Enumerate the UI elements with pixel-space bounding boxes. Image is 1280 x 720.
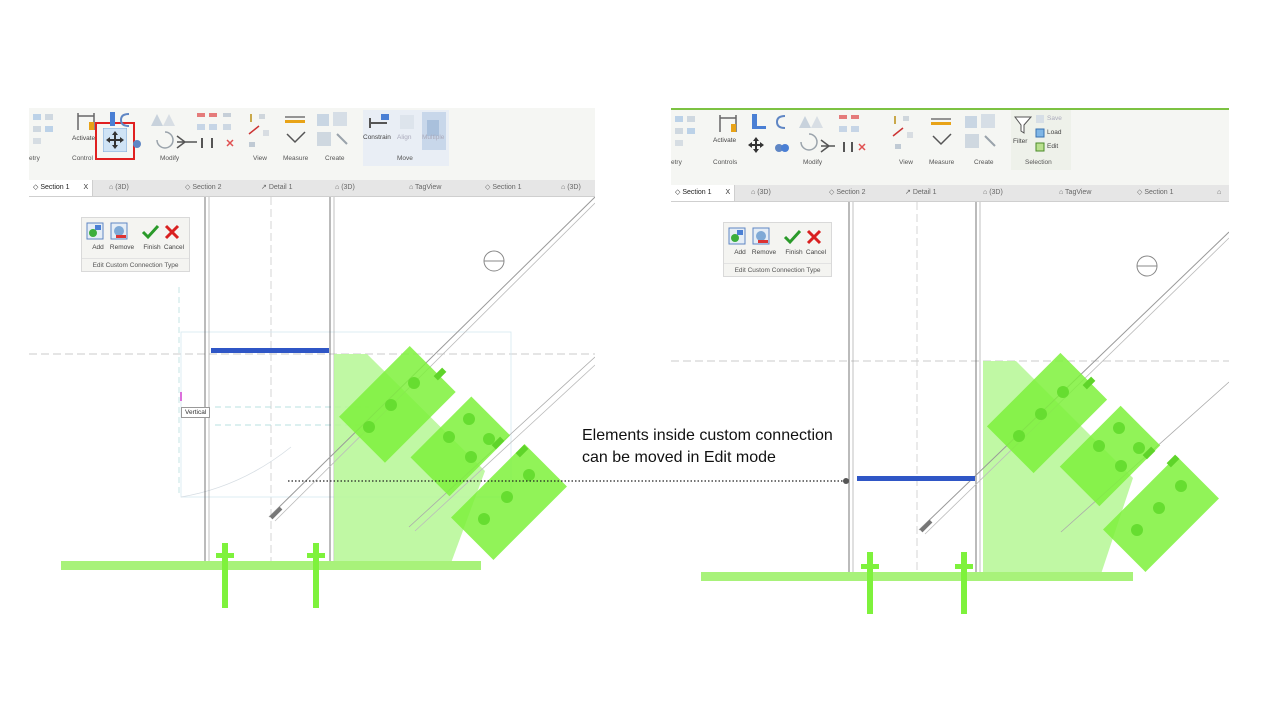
activate-icon[interactable] [75, 112, 97, 132]
tab-section-1[interactable]: ◇ Section 1X [671, 185, 736, 201]
measure-icon[interactable] [929, 114, 957, 154]
activate-label: Activate [713, 137, 737, 144]
drawing-canvas[interactable]: Vertical Add Remove Finish Cancel Edit C… [29, 197, 595, 608]
panel-label-controls: Controls [713, 159, 738, 166]
panel-label-modify: Modify [803, 159, 823, 166]
geometry-tools-icon[interactable] [673, 114, 705, 154]
constrain-label: Constrain [363, 134, 391, 141]
tab-close-button[interactable]: X [726, 189, 731, 196]
save-icon[interactable] [1035, 114, 1045, 124]
panel-label-view: View [899, 159, 913, 166]
load-icon[interactable] [1035, 128, 1045, 138]
tab-3d[interactable]: ⌂ (3D) [751, 185, 771, 201]
cancel-button[interactable]: Cancel [804, 227, 828, 261]
panel-title: Edit Custom Connection Type [82, 258, 189, 269]
activate-label: Activate [72, 135, 96, 142]
align-label: Align [397, 134, 412, 141]
tab-section-1[interactable]: ◇ Section 1 [1137, 185, 1174, 201]
edit-custom-connection-panel: Add Remove Finish Cancel Edit Custom Con… [723, 222, 832, 277]
tab-detail-1[interactable]: ↗ Detail 1 [905, 185, 937, 201]
panel-label-modify: Modify [160, 155, 180, 162]
panel-label-measure: Measure [283, 155, 309, 162]
add-element-icon [728, 227, 746, 245]
selection-panel: Filter Save Load Edit Selection [1011, 110, 1071, 170]
tab-3d[interactable]: ⌂ (3D) [109, 180, 129, 196]
tab-tagview[interactable]: ⌂ TagView [409, 180, 441, 196]
tab-section-2[interactable]: ◇ Section 2 [185, 180, 222, 196]
annotation-line-2: can be moved in Edit mode [582, 449, 776, 466]
tab-tagview[interactable]: ⌂ TagView [1059, 185, 1091, 201]
ribbon: etry Activate Controls Modify View Measu… [671, 108, 1229, 186]
cancel-button[interactable]: Cancel [162, 222, 186, 256]
close-icon [164, 224, 180, 240]
view-tabs: ◇ Section 1X ⌂ (3D) ◇ Section 2 ↗ Detail… [671, 185, 1229, 202]
panel-label-move: Move [397, 155, 413, 162]
panel-label-controls: Control [72, 155, 93, 162]
screenshot-after: etry Activate Controls Modify View Measu… [671, 108, 1229, 614]
tab-section-1[interactable]: ◇ Section 1X [29, 180, 94, 196]
edit-custom-connection-panel: Add Remove Finish Cancel Edit Custom Con… [81, 217, 190, 272]
activate-icon[interactable] [717, 114, 739, 134]
remove-element-icon [752, 227, 770, 245]
detail-icon: ↗ [905, 189, 913, 196]
align-icon[interactable] [397, 112, 417, 132]
annotation-line-1: Elements inside custom connection [582, 427, 833, 444]
panel-label-selection: Selection [1025, 159, 1052, 166]
modify-tools-icon[interactable] [749, 112, 909, 156]
detail-icon: ↗ [261, 184, 269, 191]
view-tools-icon[interactable] [889, 112, 923, 152]
panel-label-geometry: etry [29, 155, 40, 162]
create-tools-icon[interactable] [963, 112, 999, 152]
modify-tools-icon[interactable] [107, 110, 267, 154]
close-icon [806, 229, 822, 245]
remove-element-icon [110, 222, 128, 240]
view-tabs: ◇ Section 1X ⌂ (3D) ◇ Section 2 ↗ Detail… [29, 180, 595, 197]
leader-endpoint-dot [843, 478, 849, 484]
tab-overflow[interactable]: ⌂ [1217, 185, 1221, 201]
tooltip-vertical: Vertical [181, 407, 211, 418]
tab-3d[interactable]: ⌂ (3D) [335, 180, 355, 196]
move-panel: Constrain Align Multiple Move [363, 110, 449, 166]
tab-section-2[interactable]: ◇ Section 2 [829, 185, 866, 201]
panel-title: Edit Custom Connection Type [724, 263, 831, 274]
remove-button[interactable]: Remove [110, 222, 134, 256]
multiple-icon[interactable] [421, 112, 447, 152]
tab-detail-1[interactable]: ↗ Detail 1 [261, 180, 293, 196]
panel-label-create: Create [974, 159, 994, 166]
multiple-label: Multiple [422, 134, 445, 141]
house-icon: ⌂ [1217, 189, 1222, 196]
edit-label: Edit [1047, 143, 1059, 150]
constrain-icon[interactable] [367, 112, 393, 132]
tab-3d[interactable]: ⌂ (3D) [983, 185, 1003, 201]
save-label: Save [1047, 115, 1062, 122]
filter-icon[interactable] [1013, 114, 1033, 136]
edit-icon[interactable] [1035, 142, 1045, 152]
geometry-tools-icon[interactable] [31, 112, 63, 152]
checkmark-icon [141, 224, 160, 240]
ribbon: etry Activate Control Modify View Measur… [29, 108, 595, 181]
panel-label-create: Create [325, 155, 345, 162]
tab-3d[interactable]: ⌂ (3D) [561, 180, 581, 196]
create-tools-icon[interactable] [315, 110, 351, 150]
view-tools-icon[interactable] [245, 110, 279, 150]
annotation-leader-line [288, 478, 849, 484]
measure-icon[interactable] [283, 112, 311, 152]
screenshot-before: etry Activate Control Modify View Measur… [29, 108, 595, 608]
annotation-text: Elements inside custom connection can be… [582, 425, 833, 469]
panel-label-measure: Measure [929, 159, 955, 166]
add-element-icon [86, 222, 104, 240]
checkmark-icon [783, 229, 802, 245]
panel-label-geometry: etry [671, 159, 682, 166]
filter-label: Filter [1013, 138, 1028, 145]
drawing-canvas[interactable]: Add Remove Finish Cancel Edit Custom Con… [671, 202, 1229, 614]
panel-label-view: View [253, 155, 267, 162]
tab-close-button[interactable]: X [84, 184, 89, 191]
tab-section-1[interactable]: ◇ Section 1 [485, 180, 522, 196]
remove-button[interactable]: Remove [752, 227, 776, 261]
load-label: Load [1047, 129, 1062, 136]
